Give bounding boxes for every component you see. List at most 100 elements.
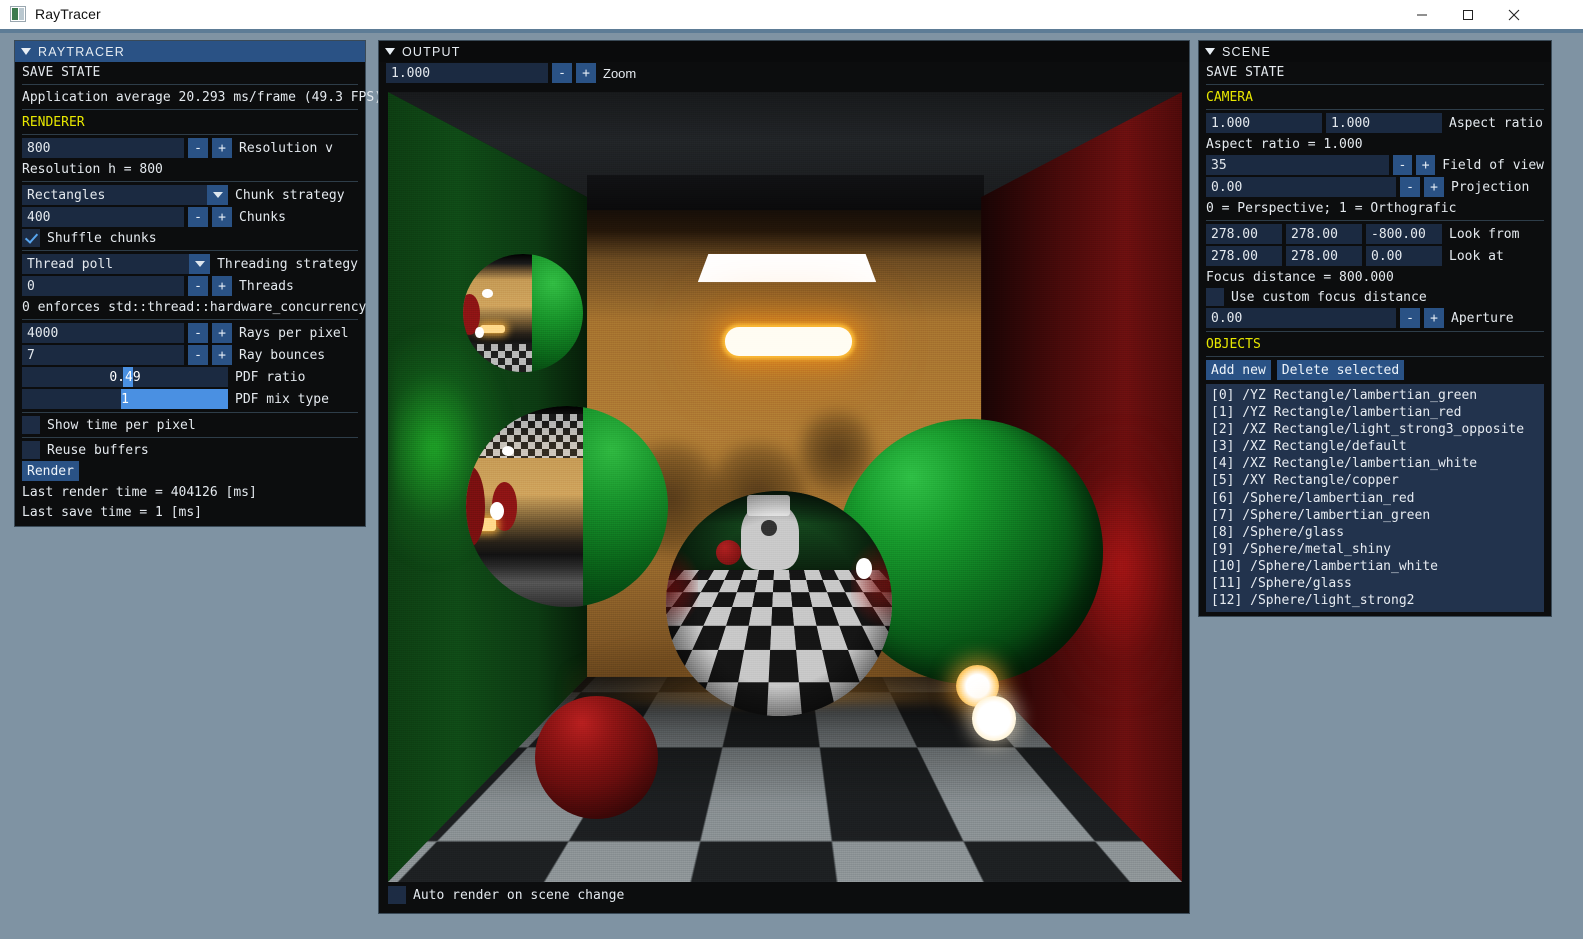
chevron-down-icon[interactable] <box>21 48 31 55</box>
objects-list-item[interactable]: [12] /Sphere/light_strong2 <box>1211 592 1539 609</box>
show-time-per-pixel-checkbox[interactable] <box>22 416 40 434</box>
use-custom-focus-row[interactable]: Use custom focus distance <box>1206 287 1544 307</box>
render-output-image[interactable] <box>388 92 1182 882</box>
field-of-view-plus-button[interactable]: + <box>1416 155 1436 175</box>
look-at-z-input[interactable]: 0.00 <box>1366 246 1442 266</box>
objects-list-item[interactable]: [4] /XZ Rectangle/lambertian_white <box>1211 455 1539 472</box>
chevron-down-icon[interactable] <box>385 48 395 55</box>
threads-plus-button[interactable]: + <box>212 276 232 296</box>
rays-per-pixel-plus-button[interactable]: + <box>212 323 232 343</box>
zoom-plus-button[interactable]: + <box>576 63 596 83</box>
shuffle-chunks-checkbox[interactable] <box>22 229 40 247</box>
shuffle-chunks-row[interactable]: Shuffle chunks <box>22 228 358 248</box>
pdf-ratio-slider[interactable]: 0.49 <box>22 367 228 387</box>
field-of-view-minus-button[interactable]: - <box>1392 155 1413 175</box>
minimize-button[interactable] <box>1399 0 1445 29</box>
zoom-minus-button[interactable]: - <box>552 63 572 83</box>
projection-input[interactable]: 0.00 <box>1206 177 1396 197</box>
divider <box>22 134 358 135</box>
objects-list-item[interactable]: [10] /Sphere/lambertian_white <box>1211 558 1539 575</box>
objects-list-item[interactable]: [0] /YZ Rectangle/lambertian_green <box>1211 387 1539 404</box>
threads-hint-row: 0 enforces std::thread::hardware_concurr… <box>22 297 366 317</box>
look-at-x-input[interactable]: 278.00 <box>1206 246 1282 266</box>
save-state-row[interactable]: SAVE STATE <box>22 62 358 82</box>
use-custom-focus-checkbox[interactable] <box>1206 288 1224 306</box>
objects-list-item[interactable]: [3] /XZ Rectangle/default <box>1211 438 1539 455</box>
maximize-button[interactable] <box>1445 0 1491 29</box>
auto-render-row[interactable]: Auto render on scene change <box>388 885 624 905</box>
look-from-x-input[interactable]: 278.00 <box>1206 224 1282 244</box>
pdf-mix-type-slider[interactable]: 1 <box>22 389 228 409</box>
objects-list-item[interactable]: [11] /Sphere/glass <box>1211 575 1539 592</box>
look-at-y-input[interactable]: 278.00 <box>1286 246 1362 266</box>
pdf-mix-type-slider-fill[interactable] <box>120 389 228 409</box>
delete-selected-button[interactable]: Delete selected <box>1276 360 1405 380</box>
aspect-ratio-input-1[interactable]: 1.000 <box>1206 113 1322 133</box>
chevron-down-icon[interactable] <box>189 254 211 274</box>
last-render-time-text: Last render time = 404126 [ms] <box>22 484 257 500</box>
scene-panel-header[interactable]: SCENE <box>1199 41 1551 62</box>
show-time-per-pixel-row[interactable]: Show time per pixel <box>22 415 358 435</box>
aperture-input[interactable]: 0.00 <box>1206 308 1396 328</box>
resolution-v-plus-button[interactable]: + <box>212 138 232 158</box>
render-button[interactable]: Render <box>22 461 79 481</box>
rays-per-pixel-input[interactable]: 4000 <box>22 323 184 343</box>
look-from-row: 278.00 278.00 -800.00 Look from <box>1206 223 1544 245</box>
threads-row: 0 - + Threads <box>22 275 358 297</box>
add-new-button[interactable]: Add new <box>1206 360 1271 380</box>
raytracer-panel-header[interactable]: RAYTRACER <box>15 41 365 62</box>
objects-list-item[interactable]: [5] /XY Rectangle/copper <box>1211 472 1539 489</box>
scene-sphere-green-medium <box>465 405 669 608</box>
aspect-ratio-input-2[interactable]: 1.000 <box>1326 113 1442 133</box>
objects-list[interactable]: [0] /YZ Rectangle/lambertian_green [1] /Y… <box>1206 384 1544 613</box>
divider <box>22 109 358 110</box>
chunks-input[interactable]: 400 <box>22 207 184 227</box>
focus-distance-text: Focus distance = 800.000 <box>1206 269 1394 285</box>
ray-bounces-plus-button[interactable]: + <box>212 345 232 365</box>
close-button[interactable] <box>1491 0 1537 29</box>
divider <box>1206 356 1544 357</box>
resolution-v-input[interactable]: 800 <box>22 138 184 158</box>
scene-ceiling-shadow <box>586 174 984 211</box>
objects-list-item[interactable]: [6] /Sphere/lambertian_red <box>1211 490 1539 507</box>
resolution-v-minus-button[interactable]: - <box>188 138 208 158</box>
chevron-down-icon[interactable] <box>207 185 228 205</box>
scene-save-state-row[interactable]: SAVE STATE <box>1206 62 1544 82</box>
objects-list-item[interactable]: [1] /YZ Rectangle/lambertian_red <box>1211 404 1539 421</box>
divider <box>22 319 358 320</box>
threads-input[interactable]: 0 <box>22 276 184 296</box>
look-from-z-input[interactable]: -800.00 <box>1366 224 1442 244</box>
projection-minus-button[interactable]: - <box>1400 177 1420 197</box>
raytracer-panel-title: RAYTRACER <box>38 44 125 59</box>
chunks-minus-button[interactable]: - <box>188 207 208 227</box>
output-panel-header[interactable]: OUTPUT <box>379 41 1189 62</box>
raytracer-panel: RAYTRACER SAVE STATE Application average… <box>14 40 382 527</box>
objects-list-item[interactable]: [9] /Sphere/metal_shiny <box>1211 541 1539 558</box>
look-from-label: Look from <box>1449 226 1520 242</box>
look-from-y-input[interactable]: 278.00 <box>1286 224 1362 244</box>
objects-list-item[interactable]: [7] /Sphere/lambertian_green <box>1211 507 1539 524</box>
rays-per-pixel-minus-button[interactable]: - <box>188 323 208 343</box>
auto-render-checkbox[interactable] <box>388 886 406 904</box>
chevron-down-icon[interactable] <box>1205 48 1215 55</box>
app-average-text: Application average 20.293 ms/frame (49.… <box>22 89 383 105</box>
reuse-buffers-checkbox[interactable] <box>22 441 40 459</box>
objects-list-item[interactable]: [2] /XZ Rectangle/light_strong3_opposite <box>1211 421 1539 438</box>
aspect-ratio-text-row: Aspect ratio = 1.000 <box>1206 134 1544 154</box>
aperture-minus-button[interactable]: - <box>1400 308 1420 328</box>
threading-strategy-select[interactable]: Thread poll <box>22 254 211 274</box>
chunk-strategy-select[interactable]: Rectangles <box>22 185 228 205</box>
pdf-ratio-value: 0.49 <box>109 369 141 385</box>
ray-bounces-minus-button[interactable]: - <box>188 345 208 365</box>
field-of-view-input[interactable]: 35 <box>1206 155 1389 175</box>
aperture-plus-button[interactable]: + <box>1424 308 1444 328</box>
chunks-plus-button[interactable]: + <box>212 207 232 227</box>
ray-bounces-input[interactable]: 7 <box>22 345 184 365</box>
field-of-view-label: Field of view <box>1442 157 1544 173</box>
zoom-input[interactable]: 1.000 <box>386 63 548 83</box>
threads-minus-button[interactable]: - <box>188 276 208 296</box>
scene-sphere-reflection <box>463 253 533 373</box>
reuse-buffers-row[interactable]: Reuse buffers <box>22 440 358 460</box>
projection-plus-button[interactable]: + <box>1424 177 1444 197</box>
objects-list-item[interactable]: [8] /Sphere/glass <box>1211 524 1539 541</box>
